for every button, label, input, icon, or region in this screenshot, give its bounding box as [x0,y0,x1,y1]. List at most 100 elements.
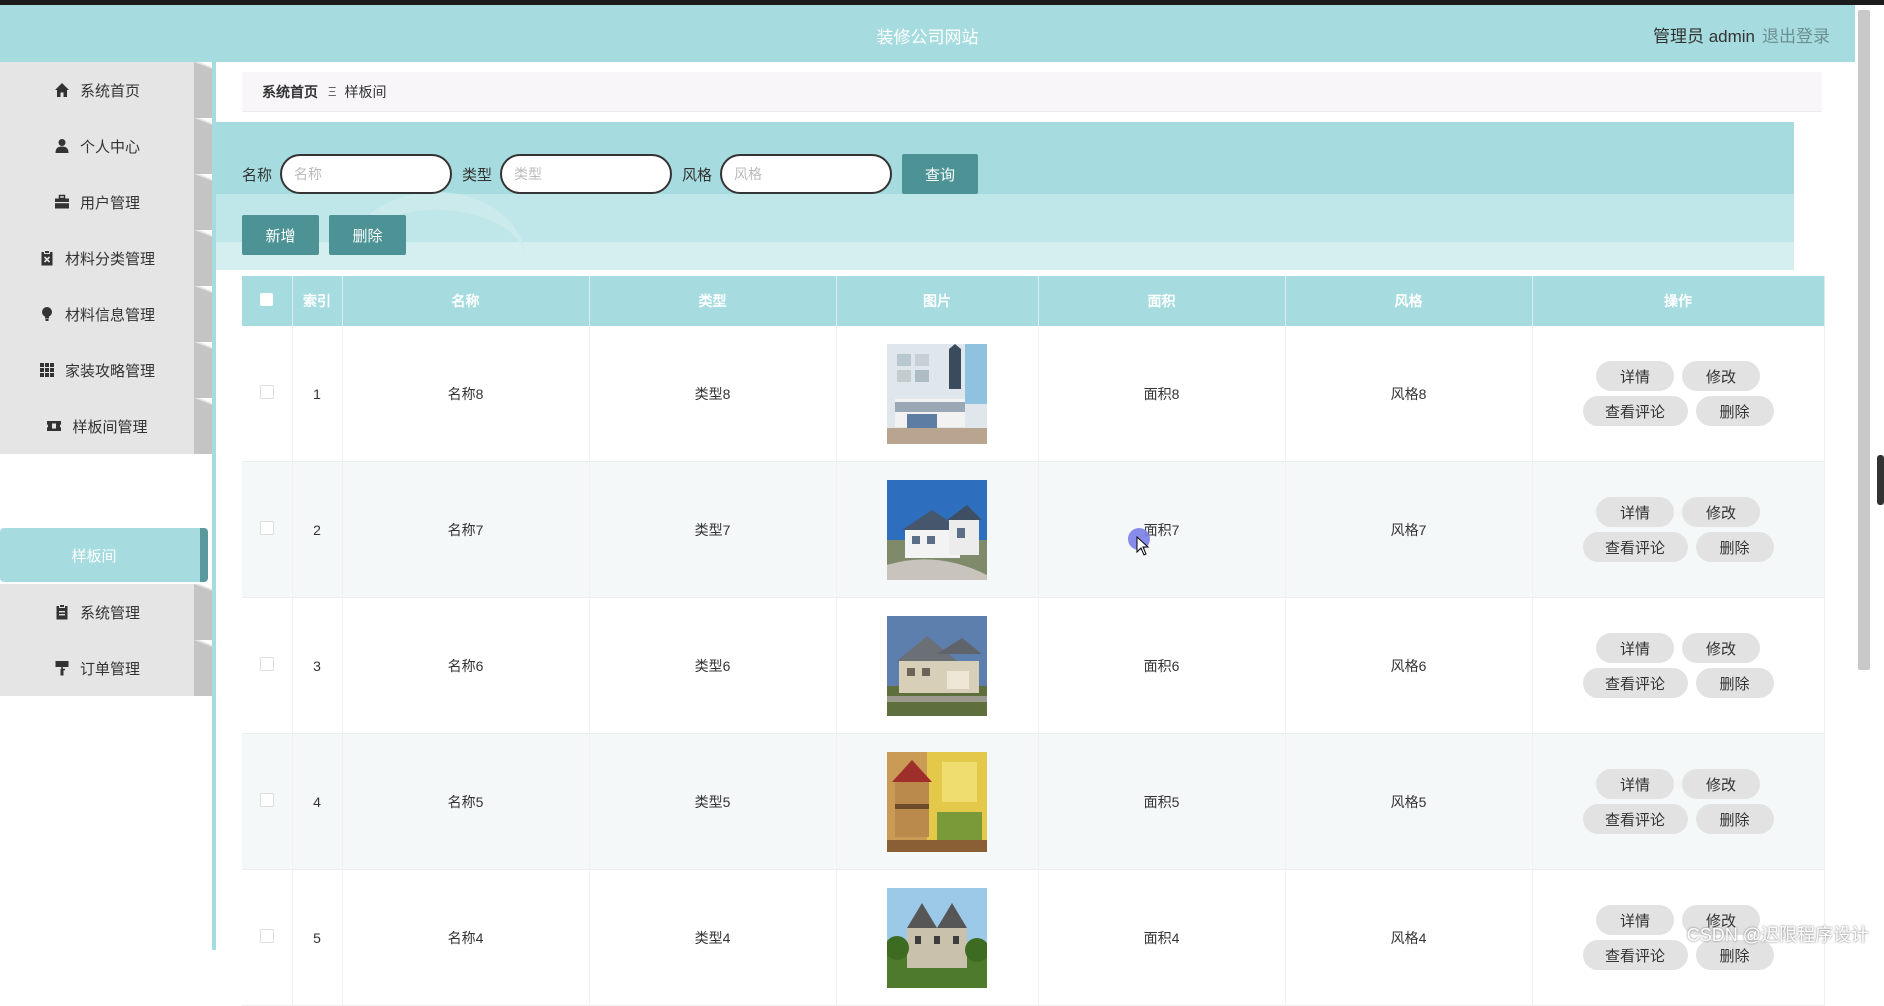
select-all-checkbox[interactable] [260,293,274,306]
column-header: 面积 [1038,276,1286,326]
view-comments-button[interactable]: 查看评论 [1582,668,1688,698]
row-name: 名称4 [342,869,590,1006]
sidebar-item-corner [194,118,212,174]
row-style: 风格7 [1285,461,1533,598]
detail-button[interactable]: 详情 [1596,361,1674,391]
row-index: 5 [292,869,343,1006]
name-label: 名称 [242,166,273,184]
row-index: 1 [292,326,343,462]
row-actions: 详情 修改 查看评论 删除 [1582,492,1774,567]
white-villa-photo[interactable] [887,479,987,580]
row-actions: 详情 修改 查看评论 删除 [1582,764,1774,839]
row-checkbox[interactable] [259,385,274,399]
edit-button[interactable]: 修改 [1682,497,1760,527]
sidebar-item-corner [194,230,212,286]
kids-bunk-room-photo[interactable] [887,751,987,852]
sidebar-item-label: 材料信息管理 [64,306,155,324]
edit-button[interactable]: 修改 [1682,633,1760,663]
top-header: 装修公司网站 管理员 admin 退出登录 [0,5,1855,62]
row-style: 风格6 [1285,597,1533,734]
detail-button[interactable]: 详情 [1596,633,1674,663]
row-index: 3 [292,597,343,734]
sidebar-item-profile[interactable]: 个人中心 [0,118,212,174]
view-comments-button[interactable]: 查看评论 [1582,396,1688,426]
row-index: 2 [292,461,343,598]
delete-button[interactable]: 删除 [329,215,406,255]
sidebar-item-corner [194,286,212,342]
sidebar-item-material-info[interactable]: 材料信息管理 [0,286,212,342]
row-name: 名称6 [342,597,590,734]
row-type: 类型6 [589,597,837,734]
type-search-input[interactable] [500,154,673,194]
row-name: 名称5 [342,733,590,870]
view-comments-button[interactable]: 查看评论 [1582,804,1688,834]
sidebar-item-users[interactable]: 用户管理 [0,174,212,230]
sidebar-item-corner [194,640,212,696]
add-button[interactable]: 新增 [242,215,319,255]
row-name: 名称7 [342,461,590,598]
grid-icon [39,363,54,377]
suburban-house-photo[interactable] [887,615,987,716]
query-button[interactable]: 查询 [902,154,979,194]
bedroom-photo[interactable] [887,343,987,444]
row-checkbox[interactable] [259,521,274,535]
detail-button[interactable]: 详情 [1596,769,1674,799]
column-header: 操作 [1532,276,1825,326]
edit-button[interactable]: 修改 [1682,361,1760,391]
detail-button[interactable]: 详情 [1596,905,1674,935]
sidebar-item-decoration-guide[interactable]: 家装攻略管理 [0,342,212,398]
row-area: 面积7 [1038,461,1286,598]
breadcrumb-home[interactable]: 系统首页 [262,82,318,102]
sidebar-item-system[interactable]: 系统管理 [0,584,212,640]
row-name: 名称8 [342,326,590,462]
paint-roller-icon [55,661,69,676]
row-delete-button[interactable]: 删除 [1695,396,1774,426]
ticket-icon [47,421,62,431]
table-row: 5 名称4 类型4 面积4 风格4 详情 修改 查看评论 删除 [242,869,1825,1006]
table-header-row: 索引 名称 类型 图片 面积 风格 操作 [242,276,1825,326]
sidebar-item-label: 个人中心 [79,138,140,156]
view-comments-button[interactable]: 查看评论 [1582,940,1688,970]
sidebar-item-label: 材料分类管理 [64,250,155,268]
sidebar-subitem-showroom[interactable]: 样板间 [0,528,208,582]
select-all-cell[interactable] [242,276,293,326]
clipboard-x-icon [41,250,53,266]
sidebar-item-home[interactable]: 系统首页 [0,62,212,118]
logout-link[interactable]: 退出登录 [1762,22,1830,47]
sidebar-item-showroom-management[interactable]: 样板间管理 [0,398,212,454]
sidebar-item-orders[interactable]: 订单管理 [0,640,212,696]
type-label: 类型 [462,166,493,184]
sidebar-item-label: 系统管理 [79,604,140,622]
watermark: CSDN @迟限程序设计 [1686,925,1869,945]
row-delete-button[interactable]: 删除 [1695,668,1774,698]
view-comments-button[interactable]: 查看评论 [1582,532,1688,562]
sidebar-item-corner [194,342,212,398]
row-actions: 详情 修改 查看评论 删除 [1582,628,1774,703]
row-delete-button[interactable]: 删除 [1695,804,1774,834]
stone-manor-photo[interactable] [887,887,987,988]
name-search-input[interactable] [280,154,453,194]
breadcrumb-current: 样板间 [344,83,387,100]
edit-button[interactable]: 修改 [1682,769,1760,799]
sidebar: 系统首页 个人中心 用户管理 材料分类管理 材料信息管理 家装攻略管理 样板间管… [0,62,212,950]
column-header: 类型 [589,276,837,326]
sidebar-item-material-category[interactable]: 材料分类管理 [0,230,212,286]
row-type: 类型8 [589,326,837,462]
row-checkbox[interactable] [259,793,274,807]
row-delete-button[interactable]: 删除 [1695,532,1774,562]
row-type: 类型7 [589,461,837,598]
home-icon [54,83,69,97]
style-label: 风格 [682,166,713,184]
row-style: 风格8 [1285,326,1533,462]
search-row: 名称 类型 风格 查询 [242,154,979,194]
style-search-input[interactable] [720,154,893,194]
search-panel [216,122,1794,270]
row-style: 风格5 [1285,733,1533,870]
row-checkbox[interactable] [259,929,274,943]
sidebar-item-corner [194,398,212,454]
column-header: 图片 [836,276,1039,326]
detail-button[interactable]: 详情 [1596,497,1674,527]
row-actions: 详情 修改 查看评论 删除 [1582,356,1774,431]
row-checkbox[interactable] [259,657,274,671]
scrollbar-thumb[interactable] [1858,10,1870,670]
